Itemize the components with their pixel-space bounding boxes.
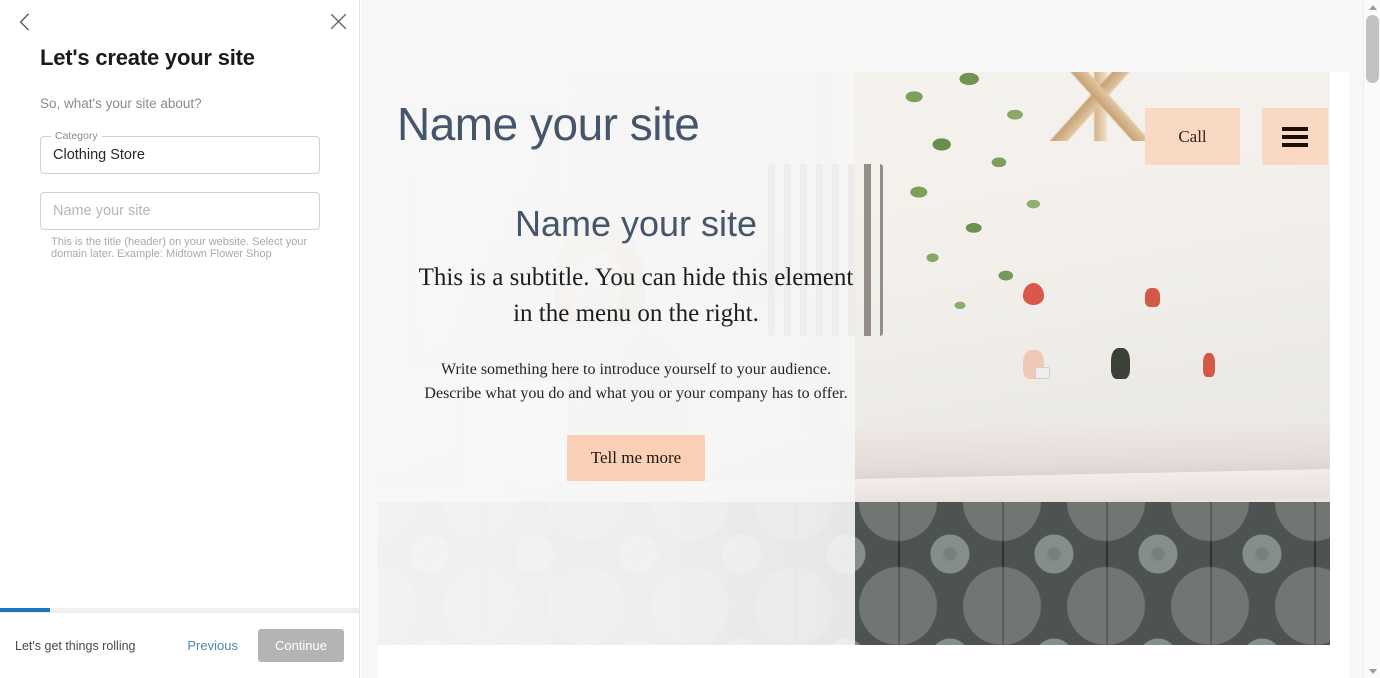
- close-icon[interactable]: [327, 10, 349, 32]
- hero-paragraph: Write something here to introduce yourse…: [424, 361, 848, 402]
- browser-scrollbar[interactable]: [1363, 0, 1380, 678]
- site-name-input[interactable]: [41, 193, 321, 229]
- footer-note: Let's get things rolling: [15, 638, 136, 653]
- site-name-field-wrapper: [40, 192, 321, 230]
- call-button[interactable]: Call: [1145, 108, 1240, 165]
- wizard-footer: Let's get things rolling Previous Contin…: [0, 612, 359, 678]
- hamburger-menu-icon[interactable]: [1262, 108, 1328, 165]
- category-input[interactable]: [41, 137, 321, 173]
- wizard-topbar: [0, 0, 359, 44]
- tell-me-more-button[interactable]: Tell me more: [567, 435, 705, 481]
- hero-heading: Name your site: [514, 203, 758, 244]
- wizard-subtitle: So, what's your site about?: [40, 96, 202, 111]
- site-preview-frame: Name your site Call Name your site This …: [378, 72, 1349, 678]
- hero-content: Name your site This is a subtitle. You c…: [394, 202, 878, 481]
- preview-nav-actions: Call: [1145, 108, 1328, 165]
- chevron-left-icon[interactable]: [13, 10, 35, 34]
- site-wizard-panel: Let's create your site So, what's your s…: [0, 0, 360, 678]
- preview-below-fold: [378, 645, 1349, 678]
- app-root: Let's create your site So, what's your s…: [0, 0, 1380, 678]
- continue-button[interactable]: Continue: [257, 629, 344, 662]
- site-name-helper-text: This is the title (header) on your websi…: [51, 236, 308, 260]
- previous-button[interactable]: Previous: [179, 632, 246, 659]
- site-name-field-outline: [40, 192, 321, 230]
- site-preview-region: Name your site Call Name your site This …: [361, 0, 1380, 678]
- scroll-down-arrow-icon[interactable]: [1364, 664, 1380, 678]
- wizard-body: Let's create your site So, what's your s…: [0, 44, 359, 260]
- page-title: Let's create your site: [40, 45, 255, 70]
- category-field-wrapper: Category: [40, 130, 321, 174]
- category-field-outline: Category: [40, 130, 321, 174]
- hero-subtitle: This is a subtitle. You can hide this el…: [418, 264, 854, 327]
- site-title-header: Name your site: [397, 98, 700, 150]
- browser-scrollbar-thumb[interactable]: [1366, 15, 1379, 83]
- scroll-up-arrow-icon[interactable]: [1364, 0, 1380, 14]
- hero-section: Name your site Call Name your site This …: [378, 72, 1330, 645]
